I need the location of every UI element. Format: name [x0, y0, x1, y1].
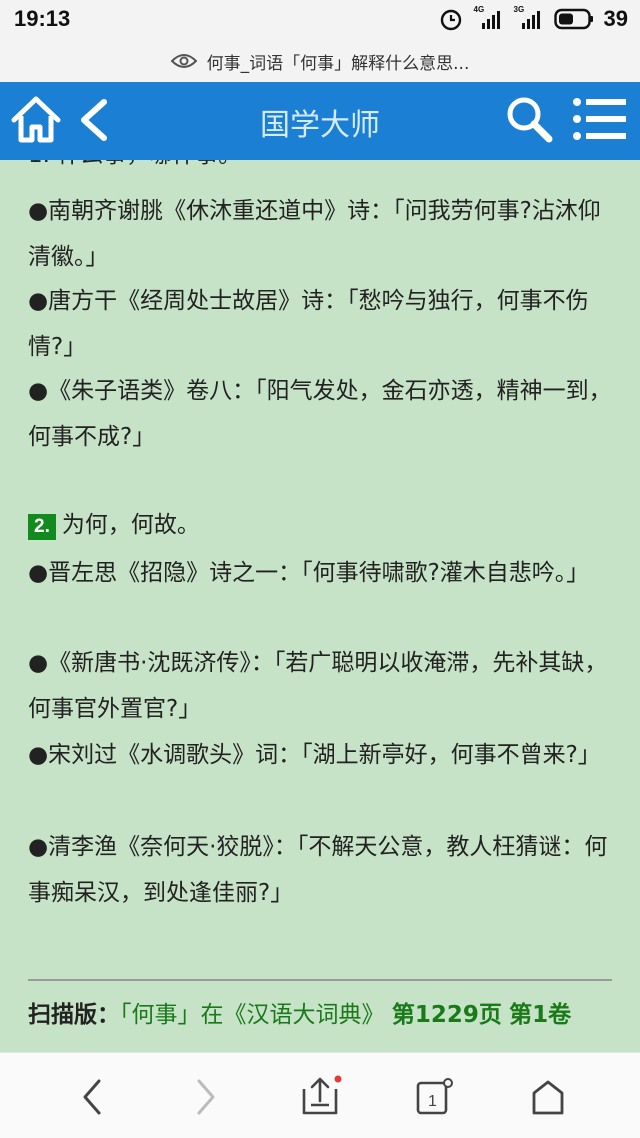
status-icons: 4G 3G 39 — [438, 5, 628, 32]
app-header: 国学大师 — [0, 82, 640, 160]
tabs-count: 1 — [428, 1093, 437, 1110]
nav-forward-button[interactable] — [184, 1075, 228, 1119]
search-icon[interactable] — [504, 94, 554, 144]
quote-7: ●清李渔《奈何天·狡脱》：「不解天公意，教人枉猜谜：何事痴呆汉，到处逢佳丽?」 — [28, 834, 608, 906]
status-time: 19:13 — [14, 6, 71, 31]
quote-5: ●《新唐书·沈既济传》：「若广聪明以收淹滞，先补其缺，何事官外置官?」 — [28, 650, 608, 722]
scan-volume[interactable]: 第1卷 — [509, 1002, 571, 1028]
quote-2: ●唐方干《经周处士故居》诗：「愁吟与独行，何事不伤情?」 — [28, 288, 589, 360]
home-outline-icon — [532, 1080, 564, 1115]
sense-number-badge: 2. — [28, 514, 56, 540]
menu-icon[interactable] — [572, 96, 628, 142]
scan-version-line[interactable]: 扫描版：「何事」在《汉语大词典》 第1229页 第1卷 — [28, 995, 571, 1029]
browser-nav-bar: 1 — [0, 1052, 640, 1138]
status-bar: 19:13 4G 3G 39 — [0, 0, 640, 40]
quote-3: ●《朱子语类》卷八：「阳气发处，金石亦透，精神一到，何事不成?」 — [28, 378, 612, 450]
definition-content[interactable]: 1. 什么事，哪件事。 ●南朝齐谢朓《休沐重还道中》诗：「问我劳何事?沾沐仰清徽… — [0, 160, 640, 1052]
tabs-button[interactable]: 1 — [412, 1075, 456, 1119]
nav-forward-icon — [197, 1079, 215, 1115]
quote-1: ●南朝齐谢朓《休沐重还道中》诗：「问我劳何事?沾沐仰清徽。」 — [28, 198, 601, 270]
sense-2-definition: 为何，何故。 — [61, 512, 200, 538]
quote-4: ●晋左思《招隐》诗之一：「何事待啸歌?灌木自悲吟。」 — [28, 560, 590, 586]
url-bar[interactable]: 何事_词语「何事」解释什么意思... — [0, 40, 640, 82]
scan-label: 扫描版： — [28, 1002, 120, 1028]
signal-4g-icon: 4G — [474, 5, 504, 31]
signal-3g-icon: 3G — [514, 5, 544, 31]
share-button[interactable] — [298, 1075, 342, 1119]
tabs-icon: 1 — [416, 1078, 453, 1115]
battery-level: 39 — [603, 6, 628, 31]
battery-icon — [553, 8, 593, 30]
home-outline-button[interactable] — [526, 1075, 570, 1119]
sense-1-line: 1. 什么事，哪件事。 — [28, 160, 618, 178]
divider — [28, 979, 612, 981]
sense-2-line: 2. 为何，何故。 — [28, 502, 618, 548]
scan-page[interactable]: 第1229页 — [392, 1002, 502, 1028]
page-title: 何事_词语「何事」解释什么意思... — [206, 53, 470, 74]
scan-source[interactable]: 「何事」在《汉语大词典》 — [120, 1002, 385, 1028]
share-icon — [302, 1075, 342, 1115]
alarm-icon — [440, 9, 461, 31]
eye-icon — [170, 54, 197, 68]
quote-6: ●宋刘过《水调歌头》词：「湖上新亭好，何事不曾来?」 — [28, 742, 601, 768]
nav-back-icon — [83, 1079, 101, 1115]
nav-back-button[interactable] — [70, 1075, 114, 1119]
